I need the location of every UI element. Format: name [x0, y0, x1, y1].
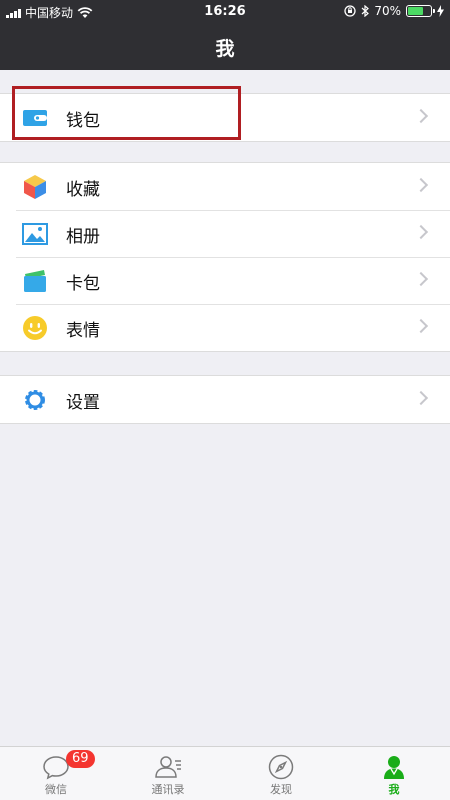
tab-label: 发现	[270, 783, 292, 796]
menu-item-label: 相册	[66, 227, 100, 247]
tab-discover[interactable]: 发现	[225, 747, 337, 800]
menu-item-favorites[interactable]: 收藏	[0, 163, 450, 210]
compass-icon	[268, 754, 294, 780]
tab-label: 微信	[45, 783, 67, 796]
charging-bolt-icon	[437, 5, 444, 17]
album-picture-icon	[22, 223, 48, 245]
highlight-annotation-box	[12, 86, 241, 140]
orientation-lock-icon	[344, 5, 356, 17]
menu-item-label: 设置	[66, 393, 100, 413]
favorites-cube-icon	[24, 175, 46, 199]
menu-item-card-pack[interactable]: 卡包	[0, 257, 450, 304]
gear-icon	[25, 390, 45, 410]
menu-item-album[interactable]: 相册	[0, 210, 450, 257]
battery-icon	[406, 5, 435, 17]
menu-item-label: 表情	[66, 321, 100, 341]
unread-count-badge: 69	[66, 750, 95, 768]
chevron-right-icon	[413, 177, 429, 193]
menu-item-label: 收藏	[66, 180, 100, 200]
settings-group: 设置	[0, 375, 450, 424]
battery-percent: 70%	[374, 4, 401, 18]
content-group: 收藏 相册 卡包 表情	[0, 162, 450, 352]
bluetooth-icon	[361, 5, 370, 17]
chevron-right-icon	[413, 390, 429, 406]
status-right: 70%	[344, 4, 444, 18]
chevron-right-icon	[413, 224, 429, 240]
tab-bar: 69 微信 通讯录 发现 我	[0, 746, 450, 800]
page-title: 我	[215, 38, 235, 60]
menu-item-stickers[interactable]: 表情	[0, 304, 450, 351]
tab-label: 我	[388, 783, 400, 796]
contacts-icon	[155, 756, 181, 778]
me-person-icon	[384, 756, 404, 779]
battery-fill	[408, 7, 424, 15]
card-pack-icon	[24, 270, 46, 292]
status-bar: 中国移动 16:26 70%	[0, 0, 450, 24]
tab-contacts[interactable]: 通讯录	[112, 747, 224, 800]
menu-item-settings[interactable]: 设置	[0, 376, 450, 423]
tab-label: 通讯录	[151, 783, 185, 796]
chevron-right-icon	[413, 318, 429, 334]
menu-item-label: 卡包	[66, 274, 100, 294]
top-bar: 中国移动 16:26 70% 我	[0, 0, 450, 70]
tab-me[interactable]: 我	[338, 747, 450, 800]
chevron-right-icon	[413, 271, 429, 287]
smiley-face-icon	[23, 316, 47, 340]
chevron-right-icon	[413, 108, 429, 124]
tab-chats[interactable]: 69 微信	[0, 747, 112, 800]
